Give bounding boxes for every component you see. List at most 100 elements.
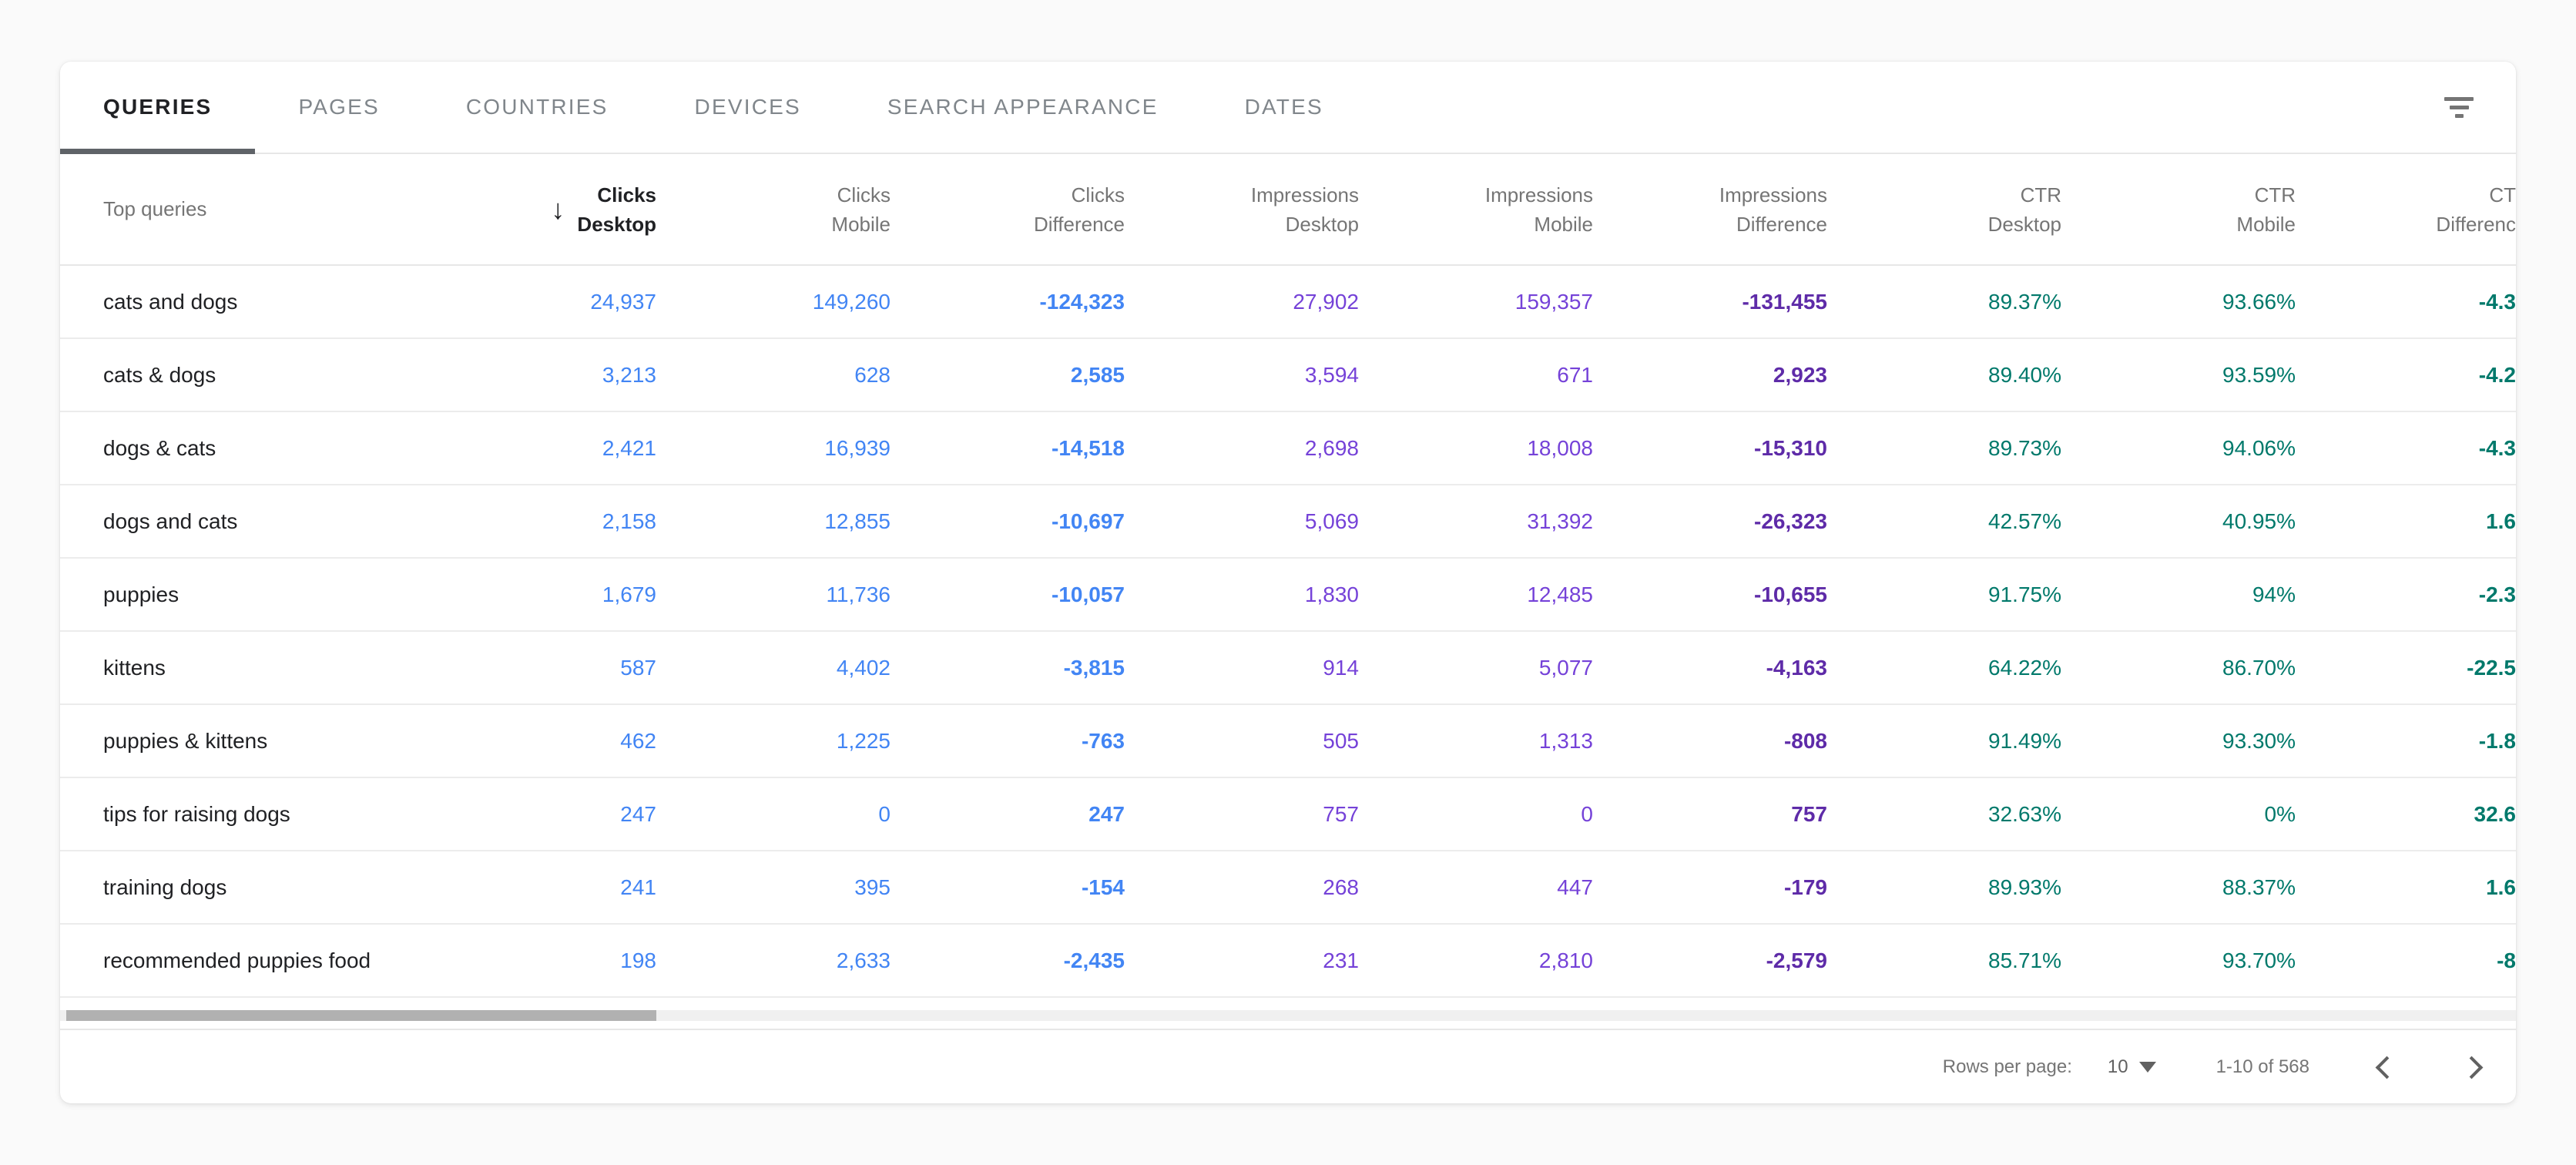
cell-clicks-diff: -14,518 (1052, 435, 1125, 460)
next-page-button[interactable] (2459, 1057, 2479, 1077)
query-cell[interactable]: puppies & kittens (60, 729, 422, 754)
cell-impr-diff: -26,323 (1754, 509, 1827, 533)
previous-page-button[interactable] (2374, 1057, 2394, 1077)
column-header-ctr-mobile[interactable]: CTR Mobile (2236, 180, 2296, 239)
cell-ctr-desktop: 89.40% (1988, 362, 2061, 387)
column-header-ctr-desktop[interactable]: CTR Desktop (1988, 180, 2061, 239)
cell-impr-desktop: 914 (1323, 655, 1359, 680)
filter-icon[interactable] (2442, 90, 2476, 124)
pagination-range: 1-10 of 568 (2215, 1056, 2309, 1077)
cell-ctr-mobile: 86.70% (2222, 655, 2296, 680)
cell-ctr-diff: -2.3 (2478, 582, 2516, 606)
cell-impr-diff: -179 (1783, 875, 1827, 899)
cell-clicks-mobile: 4,402 (836, 655, 891, 680)
filter-icon-bar (2444, 96, 2474, 101)
query-cell[interactable]: cats and dogs (60, 290, 422, 314)
top-queries-label: Top queries (103, 197, 207, 220)
query-cell[interactable]: cats & dogs (60, 363, 422, 388)
query-cell[interactable]: dogs & cats (60, 436, 422, 461)
column-header-line1: Impressions (1484, 183, 1593, 206)
column-header-line2: Mobile (1534, 212, 1593, 236)
rows-per-page-value: 10 (2107, 1056, 2128, 1077)
tab-queries[interactable]: QUERIES (60, 62, 256, 154)
column-header-text: Impressions Desktop (1251, 180, 1359, 239)
table-row: recommended puppies food 198 2,633 -2,435 23… (60, 925, 2516, 998)
cell-clicks-desktop: 247 (620, 801, 656, 826)
cell-impr-desktop: 505 (1323, 728, 1359, 753)
query-cell[interactable]: training dogs (60, 875, 422, 900)
cell-clicks-desktop: 198 (620, 948, 656, 972)
cell-impr-desktop: 27,902 (1293, 289, 1359, 314)
cell-impr-mobile: 159,357 (1514, 289, 1593, 314)
cell-ctr-diff: -1.8 (2478, 728, 2516, 753)
table-row: training dogs 241 395 -154 268 447 -179 89.93% 8… (60, 851, 2516, 925)
table-row: puppies & kittens 462 1,225 -763 505 1,313 -80… (60, 705, 2516, 778)
column-header-line1: Impressions (1719, 183, 1827, 206)
table-row: puppies 1,679 11,736 -10,057 1,830 12,485 -10,… (60, 559, 2516, 632)
cell-impr-mobile: 5,077 (1538, 655, 1593, 680)
cell-ctr-desktop: 89.93% (1988, 875, 2061, 899)
cell-clicks-mobile: 1,225 (836, 728, 891, 753)
cell-clicks-desktop: 587 (620, 655, 656, 680)
cell-clicks-mobile: 11,736 (826, 582, 891, 606)
search-analytics-card: QUERIES PAGES COUNTRIES DEVICES SEARCH APPEA… (60, 62, 2516, 1103)
cell-ctr-desktop: 89.73% (1988, 435, 2061, 460)
query-cell[interactable]: kittens (60, 656, 422, 680)
cell-clicks-diff: 247 (1088, 801, 1125, 826)
column-header-line2: Desktop (1987, 212, 2061, 236)
cell-ctr-desktop: 64.22% (1988, 655, 2061, 680)
scrollbar-thumb[interactable] (66, 1010, 656, 1021)
column-header-ct-differenc[interactable]: CT Differenc (2436, 180, 2516, 239)
cell-impr-desktop: 1,830 (1304, 582, 1359, 606)
cell-clicks-mobile: 149,260 (812, 289, 891, 314)
cell-impr-desktop: 231 (1323, 948, 1359, 972)
cell-ctr-mobile: 94% (2252, 582, 2296, 606)
cell-clicks-mobile: 12,855 (824, 509, 891, 533)
query-cell[interactable]: tips for raising dogs (60, 802, 422, 827)
query-cell[interactable]: dogs and cats (60, 509, 422, 534)
cell-clicks-diff: -154 (1081, 875, 1125, 899)
tab-countries[interactable]: COUNTRIES (423, 62, 652, 153)
cell-ctr-diff: -4.2 (2478, 362, 2516, 387)
cell-ctr-diff: 1.6 (2486, 509, 2516, 533)
table-row: cats & dogs 3,213 628 2,585 3,594 671 2,923 89.… (60, 339, 2516, 412)
query-cell[interactable]: recommended puppies food (60, 948, 422, 973)
tab-devices[interactable]: DEVICES (652, 62, 844, 153)
filter-icon-bar (2454, 113, 2464, 118)
column-header-line2: Difference (1736, 212, 1827, 236)
cell-clicks-mobile: 2,633 (836, 948, 891, 972)
cell-clicks-mobile: 628 (854, 362, 891, 387)
table-row: dogs & cats 2,421 16,939 -14,518 2,698 18,008… (60, 412, 2516, 485)
column-header-impressions-desktop[interactable]: Impressions Desktop (1251, 180, 1359, 239)
cell-clicks-desktop: 2,158 (602, 509, 656, 533)
cell-clicks-desktop: 462 (620, 728, 656, 753)
cell-ctr-diff: 1.6 (2486, 875, 2516, 899)
tab-search-appearance[interactable]: SEARCH APPEARANCE (844, 62, 1202, 153)
query-cell[interactable]: puppies (60, 582, 422, 607)
rows-per-page-select[interactable]: 10 (2108, 1056, 2156, 1078)
cell-impr-desktop: 757 (1323, 801, 1359, 826)
cell-impr-desktop: 3,594 (1304, 362, 1359, 387)
column-header-line1: Clicks (1071, 183, 1125, 206)
cell-clicks-diff: -124,323 (1039, 289, 1125, 314)
cell-clicks-desktop: 241 (620, 875, 656, 899)
cell-clicks-mobile: 16,939 (824, 435, 891, 460)
tab-dates[interactable]: DATES (1202, 62, 1367, 153)
cell-impr-mobile: 31,392 (1527, 509, 1593, 533)
column-header-clicks-difference[interactable]: Clicks Difference (1034, 180, 1125, 239)
tab-pages[interactable]: PAGES (255, 62, 422, 153)
column-header-line2: Difference (1033, 212, 1125, 236)
cell-ctr-mobile: 94.06% (2222, 435, 2296, 460)
cell-ctr-desktop: 32.63% (1988, 801, 2061, 826)
filter-icon-bar (2449, 105, 2469, 109)
cell-impr-diff: -4,163 (1766, 655, 1827, 680)
column-header-impressions-mobile[interactable]: Impressions Mobile (1485, 180, 1593, 239)
column-header-clicks-mobile[interactable]: Clicks Mobile (831, 180, 891, 239)
cell-ctr-desktop: 89.37% (1988, 289, 2061, 314)
cell-ctr-mobile: 93.70% (2222, 948, 2296, 972)
cell-clicks-desktop: 1,679 (602, 582, 656, 606)
column-header-clicks-desktop[interactable]: ↓ Clicks Desktop (551, 180, 656, 239)
cell-impr-mobile: 671 (1557, 362, 1593, 387)
tab-bar: QUERIES PAGES COUNTRIES DEVICES SEARCH APPEA… (60, 62, 2516, 154)
column-header-impressions-difference[interactable]: Impressions Difference (1719, 180, 1827, 239)
